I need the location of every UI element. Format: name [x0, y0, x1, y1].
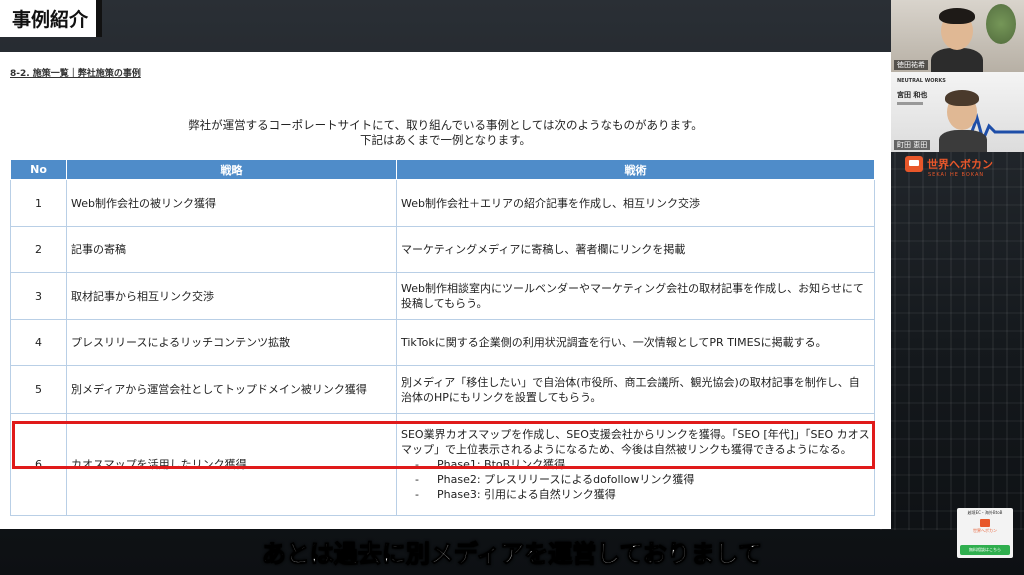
section-title: 事例紹介 — [11, 9, 88, 31]
header-strategy: 戦略 — [66, 159, 397, 180]
participant-video-1: 徳田祐希 — [891, 0, 1024, 72]
row-tactic: Web制作相談室内にツールベンダーやマーケティング会社の取材記事を作成し、お知ら… — [396, 272, 875, 320]
row-strategy: 取材記事から相互リンク交渉 — [66, 272, 397, 320]
slide-intro: 弊社が運営するコーポレートサイトにて、取り組んでいる事例としては次のようなものが… — [0, 118, 891, 148]
red-highlight-box — [12, 421, 875, 469]
participant-name-2: 町田 恵田 — [894, 140, 931, 150]
header-no: No — [10, 159, 67, 180]
person-hair — [939, 8, 975, 24]
phase-item: Phase2: プレスリリースによるdofollowリンク獲得 — [415, 472, 870, 487]
table-header-row: No 戦略 戦術 — [10, 159, 875, 180]
phase-item: Phase3: 引用による自然リンク獲得 — [415, 487, 870, 502]
person-body — [939, 130, 987, 152]
row-tactic: マーケティングメディアに寄稿し、著者欄にリンクを掲載 — [396, 226, 875, 273]
brand-name: 世界へボカン — [927, 158, 993, 171]
table-row: 2 記事の寄稿 マーケティングメディアに寄稿し、著者欄にリンクを掲載 — [10, 226, 875, 273]
row-strategy: プレスリリースによるリッチコンテンツ拡散 — [66, 319, 397, 366]
section-title-tag: 事例紹介 — [0, 0, 100, 37]
participant-name-1: 徳田祐希 — [894, 60, 928, 70]
person-body — [931, 48, 983, 72]
row-tactic: 別メディア「移住したい」で自治体(市役所、商工会議所、観光協会)の取材記事を制作… — [396, 365, 875, 414]
slide-heading: 8-2. 施策一覧｜弊社施策の事例 — [10, 69, 141, 79]
building-texture — [880, 150, 1024, 530]
participant-video-2: NEUTRAL WORKS 宮田 和也 町田 恵田 — [891, 72, 1024, 152]
brand-tagline: SEKAI HE BOKAN — [928, 172, 985, 178]
plant-decoration — [986, 4, 1016, 44]
company-logo: NEUTRAL WORKS — [897, 78, 946, 84]
table-row: 3 取材記事から相互リンク交渉 Web制作相談室内にツールベンダーやマーケティン… — [10, 272, 875, 320]
speaker-name: 宮田 和也 — [897, 91, 928, 99]
brand-logo: 世界へボカン — [905, 156, 993, 172]
video-subtitle: あとは過去に別メディアを運営しておりまして — [261, 540, 763, 569]
row-no: 1 — [10, 179, 67, 227]
title-accent-bar — [96, 0, 102, 37]
row-tactic: TikTokに関する企業側の利用状況調査を行い、一次情報としてPR TIMESに… — [396, 319, 875, 366]
table-row: 4 プレスリリースによるリッチコンテンツ拡散 TikTokに関する企業側の利用状… — [10, 319, 875, 366]
row-strategy: 別メディアから運営会社としてトップドメイン被リンク獲得 — [66, 365, 397, 414]
row-no: 3 — [10, 272, 67, 320]
table-row-highlighted: 5 別メディアから運営会社としてトップドメイン被リンク獲得 別メディア「移住した… — [10, 365, 875, 414]
intro-line-2: 下記はあくまで一例となります。 — [359, 133, 531, 147]
name-underline — [897, 102, 923, 105]
row-strategy: 記事の寄稿 — [66, 226, 397, 273]
table-row: 1 Web制作会社の被リンク獲得 Web制作会社＋エリアの紹介記事を作成し、相互… — [10, 179, 875, 227]
header-tactic: 戦術 — [396, 159, 875, 180]
intro-line-1: 弊社が運営するコーポレートサイトにて、取り組んでいる事例としては次のようなものが… — [188, 118, 703, 132]
row-tactic: Web制作会社＋エリアの紹介記事を作成し、相互リンク交渉 — [396, 179, 875, 227]
row-no: 2 — [10, 226, 67, 273]
row-no: 4 — [10, 319, 67, 366]
brand-icon — [905, 156, 923, 172]
promo-logo-icon — [980, 519, 990, 527]
row-strategy: Web制作会社の被リンク獲得 — [66, 179, 397, 227]
presentation-slide: 8-2. 施策一覧｜弊社施策の事例 弊社が運営するコーポレートサイトにて、取り組… — [0, 52, 891, 529]
person-hair — [945, 90, 979, 106]
promo-title: 越境EC・海外BtoB — [967, 510, 1003, 515]
row-no: 5 — [10, 365, 67, 414]
